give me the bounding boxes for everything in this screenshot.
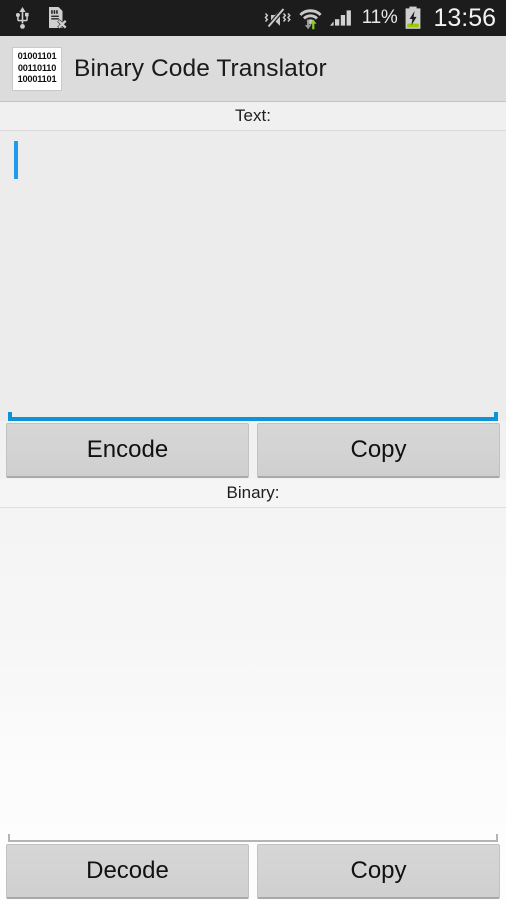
sd-card-removed-icon [47, 6, 68, 30]
binary-section-label: Binary: [0, 479, 506, 508]
page-title: Binary Code Translator [74, 54, 327, 82]
binary-app-icon: 01001101 00110110 10001101 [12, 46, 62, 91]
status-bar-right-icons: 11% 13:56 [264, 4, 496, 33]
binary-input-underline [8, 833, 498, 842]
status-bar-left-icons [14, 6, 68, 30]
text-section-label: Text: [0, 102, 506, 131]
action-bar: 01001101 00110110 10001101 Binary Code T… [0, 36, 506, 102]
wifi-transfer-icon [299, 7, 322, 30]
app-screen: 11% 13:56 01001101 00110110 10001101 Bin… [0, 0, 506, 900]
volume-mute-vibrate-icon [264, 7, 292, 29]
text-input[interactable] [0, 131, 506, 421]
app-icon-line-1: 01001101 [17, 51, 57, 62]
copy-binary-button[interactable]: Copy [257, 843, 500, 899]
cellular-signal-icon [329, 7, 355, 29]
battery-charging-icon [404, 6, 422, 30]
status-bar: 11% 13:56 [0, 0, 506, 36]
app-icon-line-3: 10001101 [17, 74, 57, 85]
copy-text-button[interactable]: Copy [257, 422, 500, 478]
text-input-underline [8, 412, 498, 421]
encode-button[interactable]: Encode [6, 422, 249, 478]
app-icon-line-2: 00110110 [17, 62, 57, 73]
usb-icon [14, 7, 31, 29]
text-input-caret [14, 141, 18, 179]
binary-button-row: Decode Copy [0, 842, 506, 900]
text-button-row: Encode Copy [0, 421, 506, 479]
status-bar-clock: 13:56 [433, 3, 496, 32]
decode-button[interactable]: Decode [6, 843, 249, 899]
binary-input[interactable] [0, 508, 506, 842]
battery-percent-label: 11% [361, 7, 398, 28]
